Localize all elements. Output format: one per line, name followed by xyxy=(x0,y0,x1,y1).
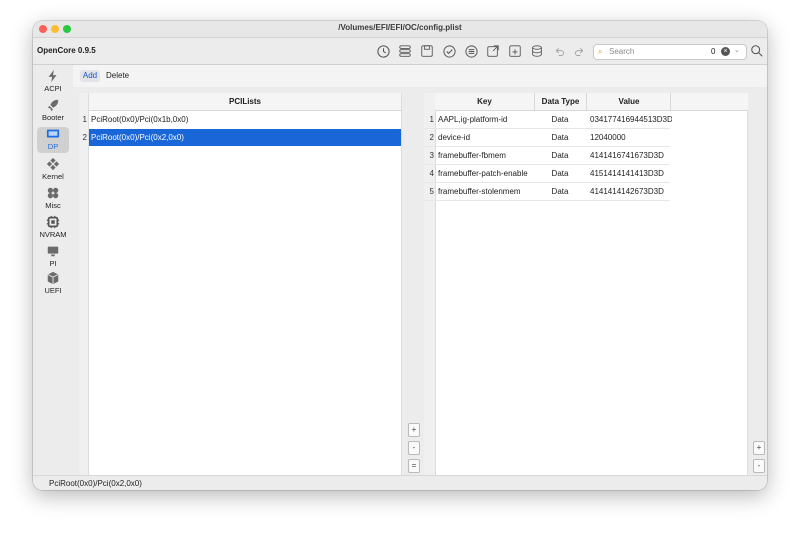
menu-circle-icon[interactable] xyxy=(463,43,479,59)
search-field[interactable]: ⌕ Search 0 × ⌄ xyxy=(593,44,747,60)
rocket-icon xyxy=(47,99,59,112)
table-row[interactable]: 1 AAPL,ig-platform-id Data 0341774169445… xyxy=(422,111,672,129)
database-icon[interactable] xyxy=(529,43,545,59)
checkmark-icon[interactable] xyxy=(441,43,457,59)
row-number: 4 xyxy=(429,169,434,178)
pci-path-cell[interactable]: PciRoot(0x0)/Pci(0x2,0x0) xyxy=(91,129,184,146)
row-number: 5 xyxy=(429,187,434,196)
sidebar: ACPI Booter DP Kernel Misc NVRAM PI UEFI xyxy=(33,65,73,475)
pci-path-cell[interactable]: PciRoot(0x0)/Pci(0x1b,0x0) xyxy=(91,111,188,128)
remove-property-button[interactable]: - xyxy=(753,459,765,473)
value-cell[interactable]: 4141416741673D3D xyxy=(590,147,672,164)
search-count: 0 xyxy=(711,47,716,56)
sidebar-item-acpi[interactable]: ACPI xyxy=(37,69,69,93)
add-button[interactable]: Add xyxy=(80,70,100,82)
action-bar: Add Delete xyxy=(73,65,767,87)
value-cell[interactable]: 4151414141413D3D xyxy=(590,165,672,182)
sidebar-item-label: Booter xyxy=(41,113,65,122)
type-cell[interactable]: Data xyxy=(534,147,586,164)
sidebar-item-label: DP xyxy=(47,142,59,151)
sidebar-item-label: Misc xyxy=(45,201,61,210)
share-icon[interactable] xyxy=(485,43,501,59)
clear-search-icon[interactable]: × xyxy=(721,47,730,56)
window-title: /Volumes/EFI/EFI/OC/config.plist xyxy=(338,23,462,32)
table-row[interactable]: 4 framebuffer-patch-enable Data 41514141… xyxy=(422,165,670,183)
key-cell[interactable]: AAPL,ig-platform-id xyxy=(438,111,534,128)
chevron-down-icon[interactable]: ⌄ xyxy=(734,46,740,54)
type-cell[interactable]: Data xyxy=(534,165,586,182)
import-icon[interactable] xyxy=(507,43,523,59)
status-text: PciRoot(0x0)/Pci(0x2,0x0) xyxy=(49,479,142,488)
status-bar: PciRoot(0x0)/Pci(0x2,0x0) xyxy=(33,475,767,490)
row-number: 2 xyxy=(82,133,87,142)
type-cell[interactable]: Data xyxy=(534,111,586,128)
monitor-icon xyxy=(47,246,59,257)
misc-icon xyxy=(47,187,59,199)
magnifier-icon[interactable] xyxy=(749,43,765,59)
redo-icon[interactable] xyxy=(571,43,587,59)
key-cell[interactable]: framebuffer-fbmem xyxy=(438,147,534,164)
type-cell[interactable]: Data xyxy=(534,129,586,146)
row-number: 1 xyxy=(429,115,434,124)
sidebar-item-label: NVRAM xyxy=(39,230,67,239)
table-row[interactable]: 1 PciRoot(0x0)/Pci(0x1b,0x0) xyxy=(79,111,401,128)
chip-icon xyxy=(46,215,60,229)
sidebar-item-dp[interactable]: DP xyxy=(37,127,69,153)
sidebar-item-booter[interactable]: Booter xyxy=(37,98,69,122)
row-number: 3 xyxy=(429,151,434,160)
value-cell[interactable]: 4141414142673D3D xyxy=(590,183,672,200)
clock-icon[interactable] xyxy=(375,43,391,59)
sidebar-item-label: PI xyxy=(49,259,57,268)
table-row[interactable]: 2 device-id Data 12040000 xyxy=(422,129,670,147)
list-icon[interactable] xyxy=(397,43,413,59)
key-cell[interactable]: device-id xyxy=(438,129,534,146)
sidebar-item-uefi[interactable]: UEFI xyxy=(37,271,69,295)
search-placeholder: Search xyxy=(609,47,635,56)
type-cell[interactable]: Data xyxy=(534,183,586,200)
key-cell[interactable]: framebuffer-stolenmem xyxy=(438,183,534,200)
remove-row-button[interactable]: - xyxy=(408,441,420,455)
key-column-header[interactable]: Key xyxy=(435,93,534,111)
pci-list-panel xyxy=(88,93,402,476)
toolbar: OpenCore 0.9.5 ⌕ Search 0 × ⌄ xyxy=(33,38,767,65)
add-property-button[interactable]: + xyxy=(753,441,765,455)
pci-list-gutter xyxy=(79,93,88,475)
cube-icon xyxy=(47,271,59,285)
value-column-header[interactable]: Value xyxy=(586,93,671,111)
app-window: /Volumes/EFI/EFI/OC/config.plist OpenCor… xyxy=(33,21,767,490)
key-cell[interactable]: framebuffer-patch-enable xyxy=(438,165,534,182)
duplicate-row-button[interactable]: = xyxy=(408,459,420,473)
empty-column-header xyxy=(670,93,748,111)
type-column-header[interactable]: Data Type xyxy=(534,93,586,111)
search-icon: ⌕ xyxy=(598,47,603,56)
app-name: OpenCore 0.9.5 xyxy=(37,46,96,55)
sidebar-item-pi[interactable]: PI xyxy=(37,244,69,268)
display-icon xyxy=(46,129,60,138)
pci-list-header: PCILists xyxy=(89,93,401,111)
title-bar: /Volumes/EFI/EFI/OC/config.plist xyxy=(33,21,767,38)
add-row-button[interactable]: + xyxy=(408,423,420,437)
sidebar-item-nvram[interactable]: NVRAM xyxy=(37,215,69,239)
sidebar-item-label: ACPI xyxy=(44,84,62,93)
undo-icon[interactable] xyxy=(551,43,567,59)
table-row[interactable]: 3 framebuffer-fbmem Data 4141416741673D3… xyxy=(422,147,670,165)
row-number: 1 xyxy=(82,115,87,124)
sidebar-item-label: Kernel xyxy=(42,172,64,181)
save-icon[interactable] xyxy=(419,43,435,59)
value-cell[interactable]: 12040000 xyxy=(590,129,672,146)
table-row-selected[interactable]: 2 PciRoot(0x0)/Pci(0x2,0x0) xyxy=(79,129,401,146)
sidebar-item-label: UEFI xyxy=(44,286,62,295)
delete-button[interactable]: Delete xyxy=(106,70,129,82)
sidebar-item-misc[interactable]: Misc xyxy=(37,186,69,210)
kernel-icon xyxy=(46,157,60,171)
table-row[interactable]: 5 framebuffer-stolenmem Data 41414141426… xyxy=(422,183,670,201)
row-number: 2 xyxy=(429,133,434,142)
lightning-icon xyxy=(48,69,57,83)
value-cell[interactable]: 034177416944513D3D xyxy=(590,111,672,128)
sidebar-item-kernel[interactable]: Kernel xyxy=(37,157,69,181)
